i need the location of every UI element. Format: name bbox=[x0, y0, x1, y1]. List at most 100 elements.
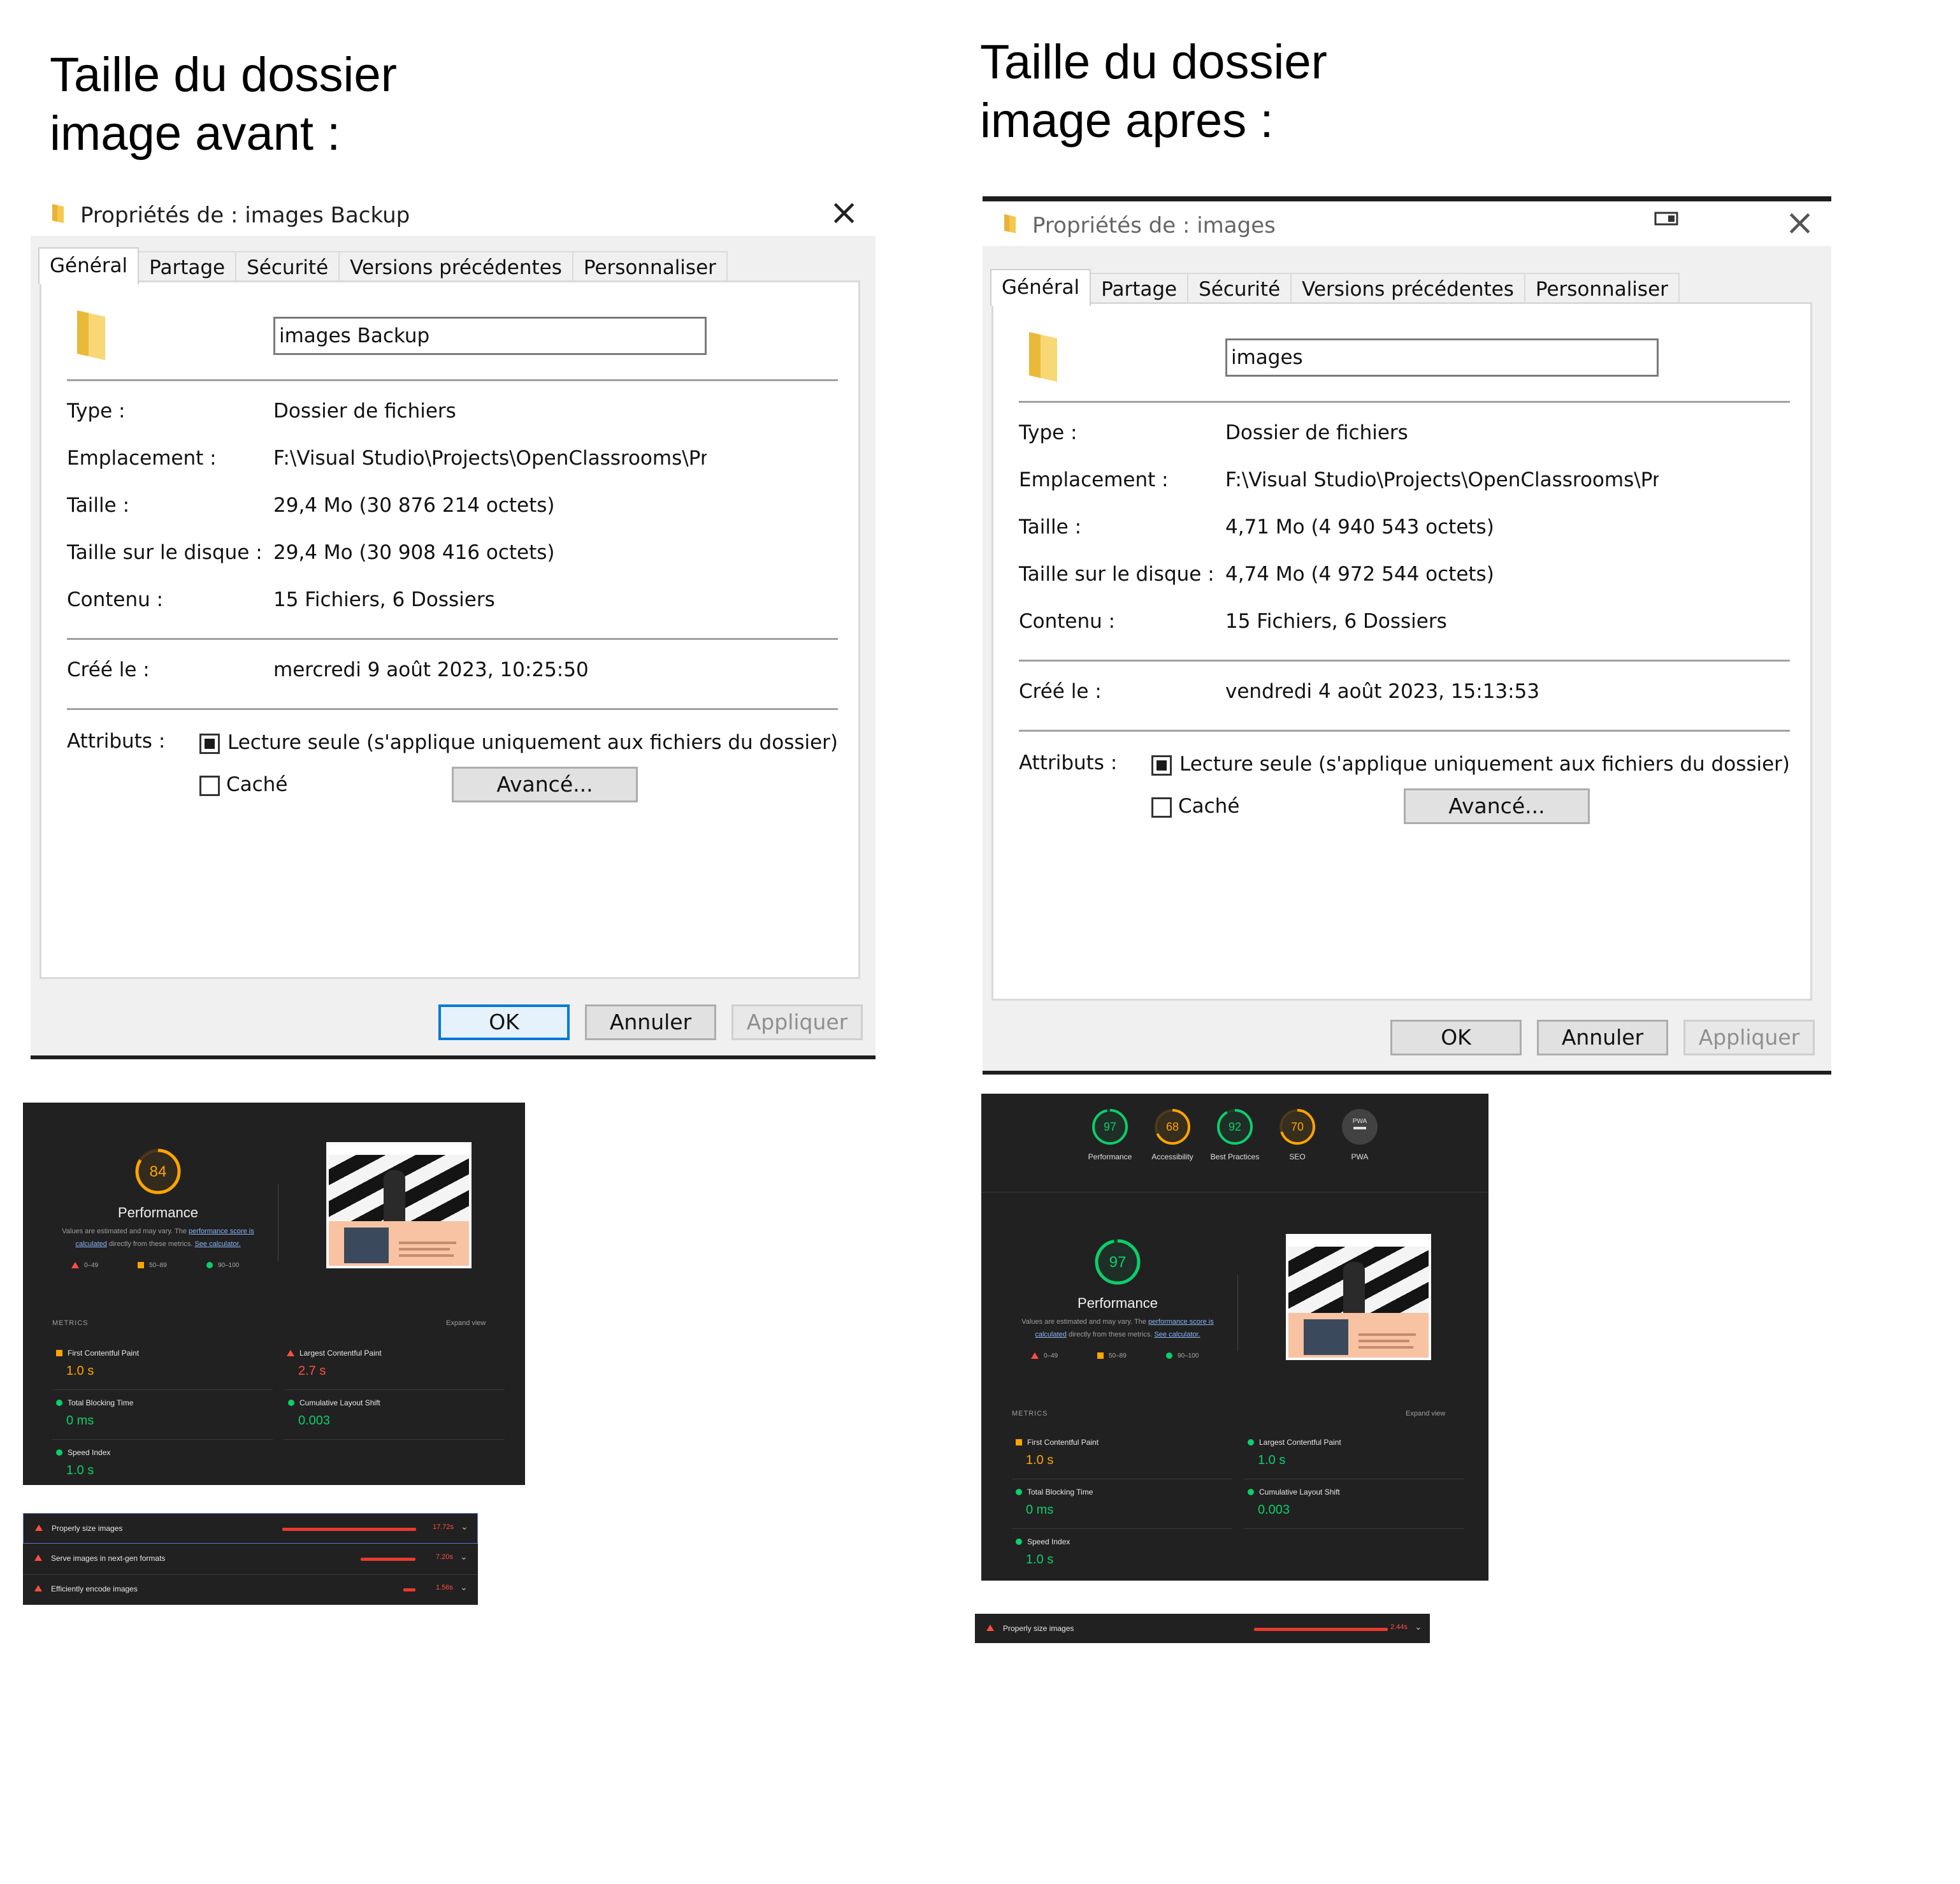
tab-sharing[interactable]: Partage bbox=[138, 251, 237, 283]
heading-after-line2: image apres : bbox=[980, 94, 1274, 148]
metric-name: First Contentful Paint bbox=[68, 1349, 140, 1358]
metric-name: Cumulative Layout Shift bbox=[299, 1398, 380, 1407]
lighthouse-report-after: 97 Performance 68 Accessibility 92 Best … bbox=[981, 1094, 1488, 1581]
opportunity-row[interactable]: Properly size images 2.44s ⌄ bbox=[975, 1614, 1430, 1643]
readonly-checkbox[interactable] bbox=[199, 734, 220, 754]
folder-icon bbox=[77, 310, 105, 360]
tab-general[interactable]: Général bbox=[990, 269, 1092, 306]
metric-name: Total Blocking Time bbox=[68, 1398, 134, 1407]
cancel-button[interactable]: Annuler bbox=[585, 1004, 716, 1040]
legend-average: 50–89 bbox=[138, 1262, 167, 1269]
size-value: 4,71 Mo (4 940 543 octets) bbox=[1225, 516, 1494, 539]
metric-value: 1.0 s bbox=[66, 1364, 94, 1378]
note-text: Values are estimated and may vary. The bbox=[62, 1228, 189, 1235]
category-gauge-performance[interactable]: 97 bbox=[1091, 1108, 1129, 1146]
expand-view-link[interactable]: Expand view bbox=[446, 1319, 486, 1327]
fail-triangle-icon bbox=[1031, 1352, 1039, 1359]
heading-before: Taille du dossier image avant : bbox=[50, 46, 397, 163]
metric-value: 0 ms bbox=[66, 1414, 94, 1428]
advanced-button[interactable]: Avancé... bbox=[452, 767, 638, 802]
average-square-icon bbox=[56, 1350, 62, 1356]
close-icon[interactable]: × bbox=[1785, 204, 1815, 242]
pass-circle-icon bbox=[288, 1400, 294, 1406]
opportunities-after: Properly size images 2.44s ⌄ bbox=[975, 1614, 1430, 1643]
metric-value: 1.0 s bbox=[66, 1463, 94, 1477]
chevron-down-icon[interactable]: ⌄ bbox=[1415, 1621, 1422, 1632]
folder-name-field[interactable]: images Backup bbox=[273, 317, 707, 355]
titlebar: Propriétés de : images Backup × bbox=[31, 191, 876, 236]
pass-circle-icon bbox=[206, 1262, 213, 1269]
apply-button[interactable]: Appliquer bbox=[1683, 1020, 1815, 1055]
performance-gauge: 84 bbox=[135, 1149, 181, 1194]
savings-bar bbox=[360, 1558, 415, 1561]
category-gauge-best-practices[interactable]: 92 bbox=[1216, 1108, 1254, 1146]
divider bbox=[1237, 1275, 1238, 1351]
metrics-heading: METRICS bbox=[1012, 1410, 1048, 1417]
fail-triangle-icon bbox=[71, 1262, 79, 1269]
fail-triangle-icon bbox=[34, 1554, 42, 1561]
ok-button[interactable]: OK bbox=[1390, 1020, 1522, 1055]
savings-value: 1.56s bbox=[436, 1584, 453, 1591]
readonly-checkbox[interactable] bbox=[1151, 755, 1172, 776]
thumbnail-text-line bbox=[1358, 1340, 1409, 1342]
chevron-down-icon[interactable]: ⌄ bbox=[460, 1551, 468, 1562]
pass-circle-icon bbox=[56, 1400, 62, 1406]
tab-previous-versions[interactable]: Versions précédentes bbox=[1290, 273, 1525, 305]
pass-circle-icon bbox=[56, 1449, 62, 1456]
chevron-down-icon[interactable]: ⌄ bbox=[461, 1521, 468, 1532]
category-score: 70 bbox=[1291, 1120, 1304, 1133]
tab-customize[interactable]: Personnaliser bbox=[572, 251, 728, 283]
dialog-top-edge bbox=[983, 196, 1831, 201]
tab-previous-versions[interactable]: Versions précédentes bbox=[338, 251, 573, 283]
metric-value: 2.7 s bbox=[298, 1364, 326, 1378]
tab-security[interactable]: Sécurité bbox=[1187, 273, 1292, 305]
metric-name: Largest Contentful Paint bbox=[1259, 1438, 1341, 1447]
fail-triangle-icon bbox=[34, 1585, 42, 1591]
legend-fail: 0–49 bbox=[71, 1262, 98, 1269]
performance-note: Values are estimated and may vary. The p… bbox=[52, 1225, 264, 1250]
general-panel: images Backup Type : Dossier de fichiers… bbox=[40, 280, 860, 979]
created-value: vendredi 4 août 2023, 15:13:53 bbox=[1225, 680, 1540, 703]
metric-value: 1.0 s bbox=[1258, 1453, 1286, 1467]
advanced-button[interactable]: Avancé... bbox=[1404, 788, 1590, 824]
location-value: F:\Visual Studio\Projects\OpenClassrooms… bbox=[1225, 468, 1659, 491]
thumbnail-text-line bbox=[1358, 1333, 1416, 1336]
hidden-checkbox[interactable] bbox=[1151, 797, 1172, 818]
close-icon[interactable]: × bbox=[829, 194, 859, 232]
opportunity-row[interactable]: Properly size images 17.72s ⌄ bbox=[23, 1513, 478, 1544]
category-gauge-seo[interactable]: 70 bbox=[1278, 1108, 1316, 1146]
ok-button[interactable]: OK bbox=[438, 1004, 570, 1040]
expand-view-link[interactable]: Expand view bbox=[1406, 1410, 1445, 1417]
snap-layout-icon[interactable] bbox=[1654, 210, 1678, 227]
metric-speed-index: Speed Index 1.0 s bbox=[1012, 1528, 1232, 1578]
pass-circle-icon bbox=[1166, 1352, 1172, 1359]
size-on-disk-label: Taille sur le disque : bbox=[67, 541, 263, 564]
chevron-down-icon[interactable]: ⌄ bbox=[460, 1582, 468, 1593]
tab-customize[interactable]: Personnaliser bbox=[1524, 273, 1680, 305]
tab-general[interactable]: Général bbox=[38, 247, 140, 284]
contents-value: 15 Fichiers, 6 Dossiers bbox=[1225, 610, 1447, 633]
properties-dialog-before: Propriétés de : images Backup × Général … bbox=[31, 191, 876, 1059]
see-calculator-link[interactable]: See calculator. bbox=[194, 1240, 240, 1248]
category-gauge-pwa[interactable]: PWA bbox=[1341, 1108, 1379, 1146]
cancel-button[interactable]: Annuler bbox=[1537, 1020, 1668, 1055]
hidden-checkbox[interactable] bbox=[199, 776, 220, 796]
tab-sharing[interactable]: Partage bbox=[1090, 273, 1189, 305]
metrics-heading: METRICS bbox=[52, 1319, 89, 1327]
opportunity-title: Properly size images bbox=[52, 1524, 123, 1533]
opportunity-row[interactable]: Serve images in next-gen formats 7.20s ⌄ bbox=[23, 1544, 478, 1575]
metric-speed-index: Speed Index 1.0 s bbox=[52, 1439, 273, 1489]
see-calculator-link[interactable]: See calculator. bbox=[1154, 1331, 1200, 1338]
opportunity-row[interactable]: Efficiently encode images 1.56s ⌄ bbox=[23, 1574, 478, 1605]
fail-triangle-icon bbox=[35, 1525, 43, 1531]
readonly-label: Lecture seule (s'applique uniquement aux… bbox=[227, 731, 839, 754]
apply-button[interactable]: Appliquer bbox=[731, 1004, 863, 1040]
tab-security[interactable]: Sécurité bbox=[235, 251, 340, 283]
folder-name-field[interactable]: images bbox=[1225, 338, 1659, 377]
location-label: Emplacement : bbox=[1019, 468, 1169, 491]
pass-circle-icon bbox=[1248, 1439, 1254, 1446]
metric-name: First Contentful Paint bbox=[1027, 1438, 1099, 1447]
category-gauge-accessibility[interactable]: 68 bbox=[1153, 1108, 1192, 1146]
general-panel: images Type : Dossier de fichiers Emplac… bbox=[991, 302, 1812, 1001]
size-on-disk-value: 4,74 Mo (4 972 544 octets) bbox=[1225, 563, 1494, 586]
